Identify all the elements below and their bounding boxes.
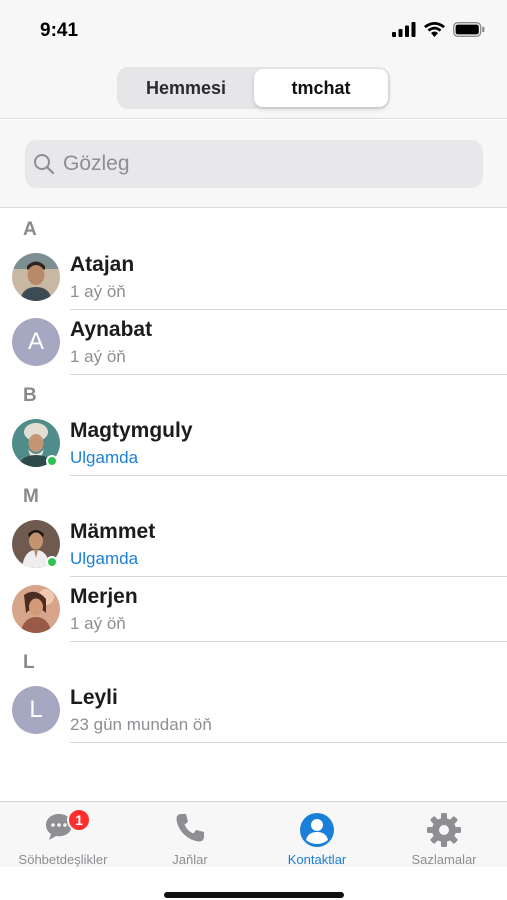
tab-label: Jaňlar — [172, 852, 208, 867]
profile-photo-icon — [12, 253, 60, 301]
tab-bar: 1 Söhbetdeşlikler Jaňlar Kontaktlar Sazl… — [0, 801, 507, 867]
contact-row-magtymguly[interactable]: Magtymguly Ulgamda — [0, 411, 507, 476]
online-indicator — [46, 455, 58, 467]
tab-calls[interactable]: Jaňlar — [127, 802, 253, 868]
contact-status: Ulgamda — [70, 549, 139, 568]
tab-settings[interactable]: Sazlamalar — [381, 802, 507, 868]
contact-name: Merjen — [70, 585, 138, 608]
tab-label: Kontaktlar — [287, 852, 347, 867]
wifi-icon — [424, 22, 445, 37]
profile-photo-icon — [12, 585, 60, 633]
search-box[interactable] — [25, 140, 483, 188]
contact-name: Aynabat — [70, 318, 153, 341]
contact-name: Magtymguly — [70, 419, 193, 442]
tab-label: Söhbetdeşlikler — [18, 852, 108, 867]
search-area — [0, 120, 507, 208]
contact-row-mammet[interactable]: Mämmet Ulgamda — [0, 512, 507, 577]
contact-name: Leyli — [70, 686, 118, 709]
segment-tmchat[interactable]: tmchat — [254, 69, 388, 107]
contacts-screen: 9:41 Hemmesi tmchat Gözleg A Atajan 1 aý… — [0, 0, 507, 900]
segment-hemmesi[interactable]: Hemmesi — [119, 69, 253, 107]
contact-row-leyli[interactable]: L Leyli 23 gün mundan öň — [0, 678, 507, 743]
avatar: A — [12, 318, 60, 366]
tab-label: Sazlamalar — [411, 852, 477, 867]
contact-status: 1 aý öň — [70, 347, 126, 366]
search-input[interactable] — [63, 140, 473, 188]
status-bar: 9:41 — [0, 0, 507, 60]
status-time: 9:41 — [40, 20, 79, 41]
status-icons — [392, 22, 485, 37]
search-icon — [34, 154, 55, 175]
home-indicator[interactable] — [164, 892, 344, 898]
contact-row-aynabat[interactable]: A Aynabat 1 aý öň — [0, 310, 507, 375]
gear-icon — [427, 813, 461, 847]
phone-icon — [176, 814, 204, 842]
section-header-l: L — [23, 652, 35, 673]
contact-status: 1 aý öň — [70, 614, 126, 633]
contact-name: Mämmet — [70, 520, 156, 543]
tab-chats[interactable]: 1 Söhbetdeşlikler — [0, 802, 126, 868]
avatar: L — [12, 686, 60, 734]
battery-icon — [453, 22, 485, 37]
contact-row-atajan[interactable]: Atajan 1 aý öň — [0, 245, 507, 310]
contact-status: 1 aý öň — [70, 282, 126, 301]
section-header-a: A — [23, 219, 37, 240]
tab-contacts[interactable]: Kontaktlar — [254, 802, 380, 868]
contact-status: 23 gün mundan öň — [70, 715, 212, 734]
segmented-control: Hemmesi tmchat — [117, 67, 390, 109]
contact-row-merjen[interactable]: Merjen 1 aý öň — [0, 577, 507, 642]
unread-badge: 1 — [67, 808, 91, 832]
cellular-signal-icon — [392, 22, 416, 37]
avatar — [12, 585, 60, 633]
online-indicator — [46, 556, 58, 568]
avatar — [12, 253, 60, 301]
home-area — [0, 867, 507, 900]
section-header-b: B — [23, 385, 37, 406]
contact-list: A Atajan 1 aý öň A Aynabat 1 aý öň B Mag… — [0, 209, 507, 743]
contact-name: Atajan — [70, 253, 135, 276]
header: Hemmesi tmchat — [0, 60, 507, 119]
section-header-m: M — [23, 486, 39, 507]
contact-status: Ulgamda — [70, 448, 139, 467]
person-circle-icon — [300, 813, 334, 847]
